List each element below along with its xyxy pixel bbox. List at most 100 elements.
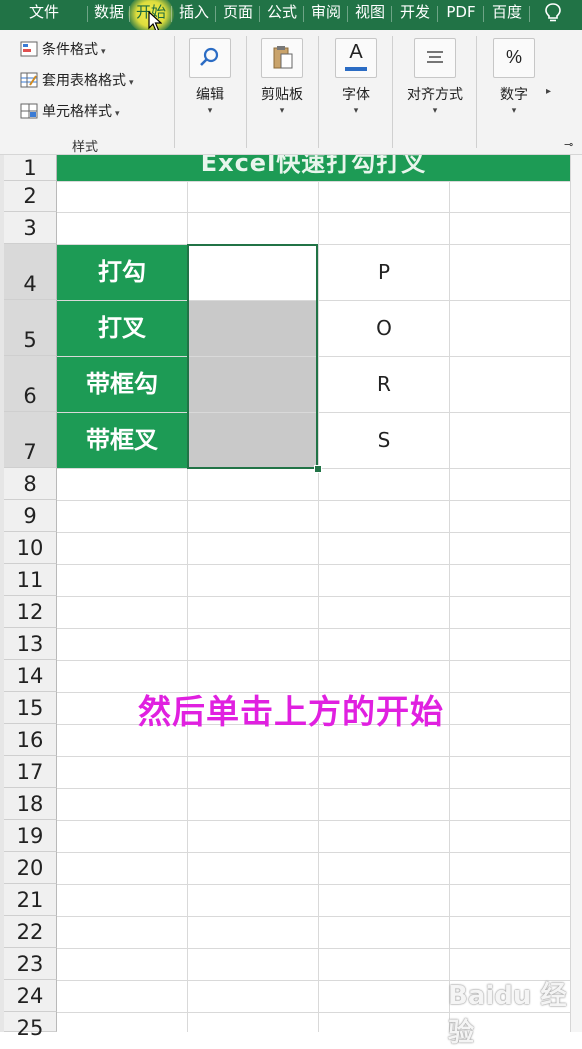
tab-label: 视图 [354,3,385,21]
number-button[interactable]: % 数字 ▾ [484,38,544,116]
clipboard-button[interactable]: 剪贴板 ▾ [252,38,312,116]
row-header[interactable]: 19 [4,820,57,852]
editing-button[interactable]: 编辑 ▾ [180,38,240,116]
row-gridline [57,820,570,821]
font-color-bar [345,67,367,71]
font-icon-box: A [335,38,377,78]
chevron-down-icon: ▾ [129,78,134,88]
label-cell[interactable]: 带框勾 [57,357,187,412]
label-cell[interactable]: 带框叉 [57,413,187,468]
tab-label: 数据 [93,3,124,21]
row-gridline [57,564,570,565]
row-header[interactable]: 6 [4,356,57,412]
cell-styles-label: 单元格样式 [42,104,112,120]
sheet-title-cell[interactable]: Excel快速打勾打叉 [57,155,570,181]
vertical-scrollbar[interactable] [570,155,582,1032]
row-header[interactable]: 2 [4,181,57,212]
letter-cell[interactable]: O [319,301,449,356]
chevron-down-icon: ▾ [279,106,285,116]
chevron-down-icon: ▾ [511,106,517,116]
cell-styles-icon [20,103,38,119]
letter-cell[interactable]: S [319,413,449,468]
clipboard-label: 剪贴板 [261,87,303,103]
tab-baidu[interactable]: 百度 [484,0,530,30]
cell-styles-button[interactable]: 单元格样式 ▾ [20,101,120,123]
tab-label: 百度 [491,3,522,21]
tell-me-button[interactable] [538,0,568,30]
label-cell[interactable]: 打叉 [57,301,187,356]
tab-label: PDF [446,3,476,21]
row-header[interactable]: 17 [4,756,57,788]
tab-formulas[interactable]: 公式 [260,0,304,30]
row-header[interactable]: 3 [4,212,57,244]
row-gridline [57,852,570,853]
format-as-table-button[interactable]: 套用表格格式 ▾ [20,70,134,92]
row-gridline [57,884,570,885]
letter-cell[interactable]: R [319,357,449,412]
tab-pdf[interactable]: PDF [438,0,484,30]
tab-label: 文件 [28,3,59,21]
row-header[interactable]: 10 [4,532,57,564]
group-divider [174,36,175,148]
row-gridline [57,788,570,789]
search-icon [200,47,219,66]
row-gridline [57,596,570,597]
ribbon-tab-bar: 文件 数据 开始 插入 页面 公式 审阅 视图 开发 PDF 百度 [0,0,582,34]
row-header[interactable]: 9 [4,500,57,532]
row-header[interactable]: 20 [4,852,57,884]
conditional-format-icon [20,41,38,57]
chevron-down-icon: ▾ [101,47,106,57]
row-header[interactable]: 22 [4,916,57,948]
ribbon: 条件格式 ▾ 套用表格格式 ▾ 单元格样式 ▾ 样式 编辑 ▾ 剪贴板 ▾ A 字体 … [0,30,582,155]
tab-insert[interactable]: 插入 [172,0,216,30]
number-icon-box: % [493,38,535,78]
label-cell[interactable]: 打勾 [57,245,187,300]
row-header[interactable]: 8 [4,468,57,500]
row-header[interactable]: 18 [4,788,57,820]
tab-page-layout[interactable]: 页面 [216,0,260,30]
row-gridline [57,628,570,629]
spreadsheet-grid[interactable]: 1 2 3 4 5 6 7 8 9 10 11 12 13 14 15 16 1… [0,155,582,1048]
chevron-down-icon: ▾ [353,106,359,116]
row-header[interactable]: 5 [4,300,57,356]
format-as-table-label: 套用表格格式 [42,73,126,89]
ribbon-more-arrow-icon[interactable]: ▸ [546,86,551,97]
letter-cell[interactable]: P [319,245,449,300]
selection-border [187,244,318,469]
tab-data[interactable]: 数据 [88,0,130,30]
conditional-format-button[interactable]: 条件格式 ▾ [20,39,106,61]
styles-group-label: 样式 [72,140,99,155]
group-divider [392,36,393,148]
tab-review[interactable]: 审阅 [304,0,348,30]
row-header[interactable]: 24 [4,980,57,1012]
alignment-icon-box [414,38,456,78]
clipboard-icon-box [261,38,303,78]
row-header[interactable]: 1 [4,155,57,181]
font-button[interactable]: A 字体 ▾ [326,38,386,116]
editing-icon-box [189,38,231,78]
lightbulb-icon [545,3,561,22]
row-header[interactable]: 11 [4,564,57,596]
row-header[interactable]: 7 [4,412,57,468]
editing-label: 编辑 [196,87,224,103]
row-gridline [57,212,570,213]
column-gridline [449,181,450,1032]
tab-label: 公式 [266,3,297,21]
row-header[interactable]: 13 [4,628,57,660]
row-header[interactable]: 4 [4,244,57,300]
chevron-down-icon: ▾ [115,109,120,119]
row-header[interactable]: 12 [4,596,57,628]
row-gridline [57,756,570,757]
row-header[interactable]: 21 [4,884,57,916]
group-divider [476,36,477,148]
font-label: 字体 [342,87,370,103]
alignment-button[interactable]: 对齐方式 ▾ [405,38,465,116]
tab-developer[interactable]: 开发 [392,0,438,30]
row-header[interactable]: 25 [4,1012,57,1039]
tab-file[interactable]: 文件 [0,0,88,30]
row-gridline [57,500,570,501]
ribbon-expand-icon[interactable]: ⊸ [564,138,573,151]
tab-view[interactable]: 视图 [348,0,392,30]
row-header[interactable]: 23 [4,948,57,980]
tab-label: 开发 [399,3,430,21]
